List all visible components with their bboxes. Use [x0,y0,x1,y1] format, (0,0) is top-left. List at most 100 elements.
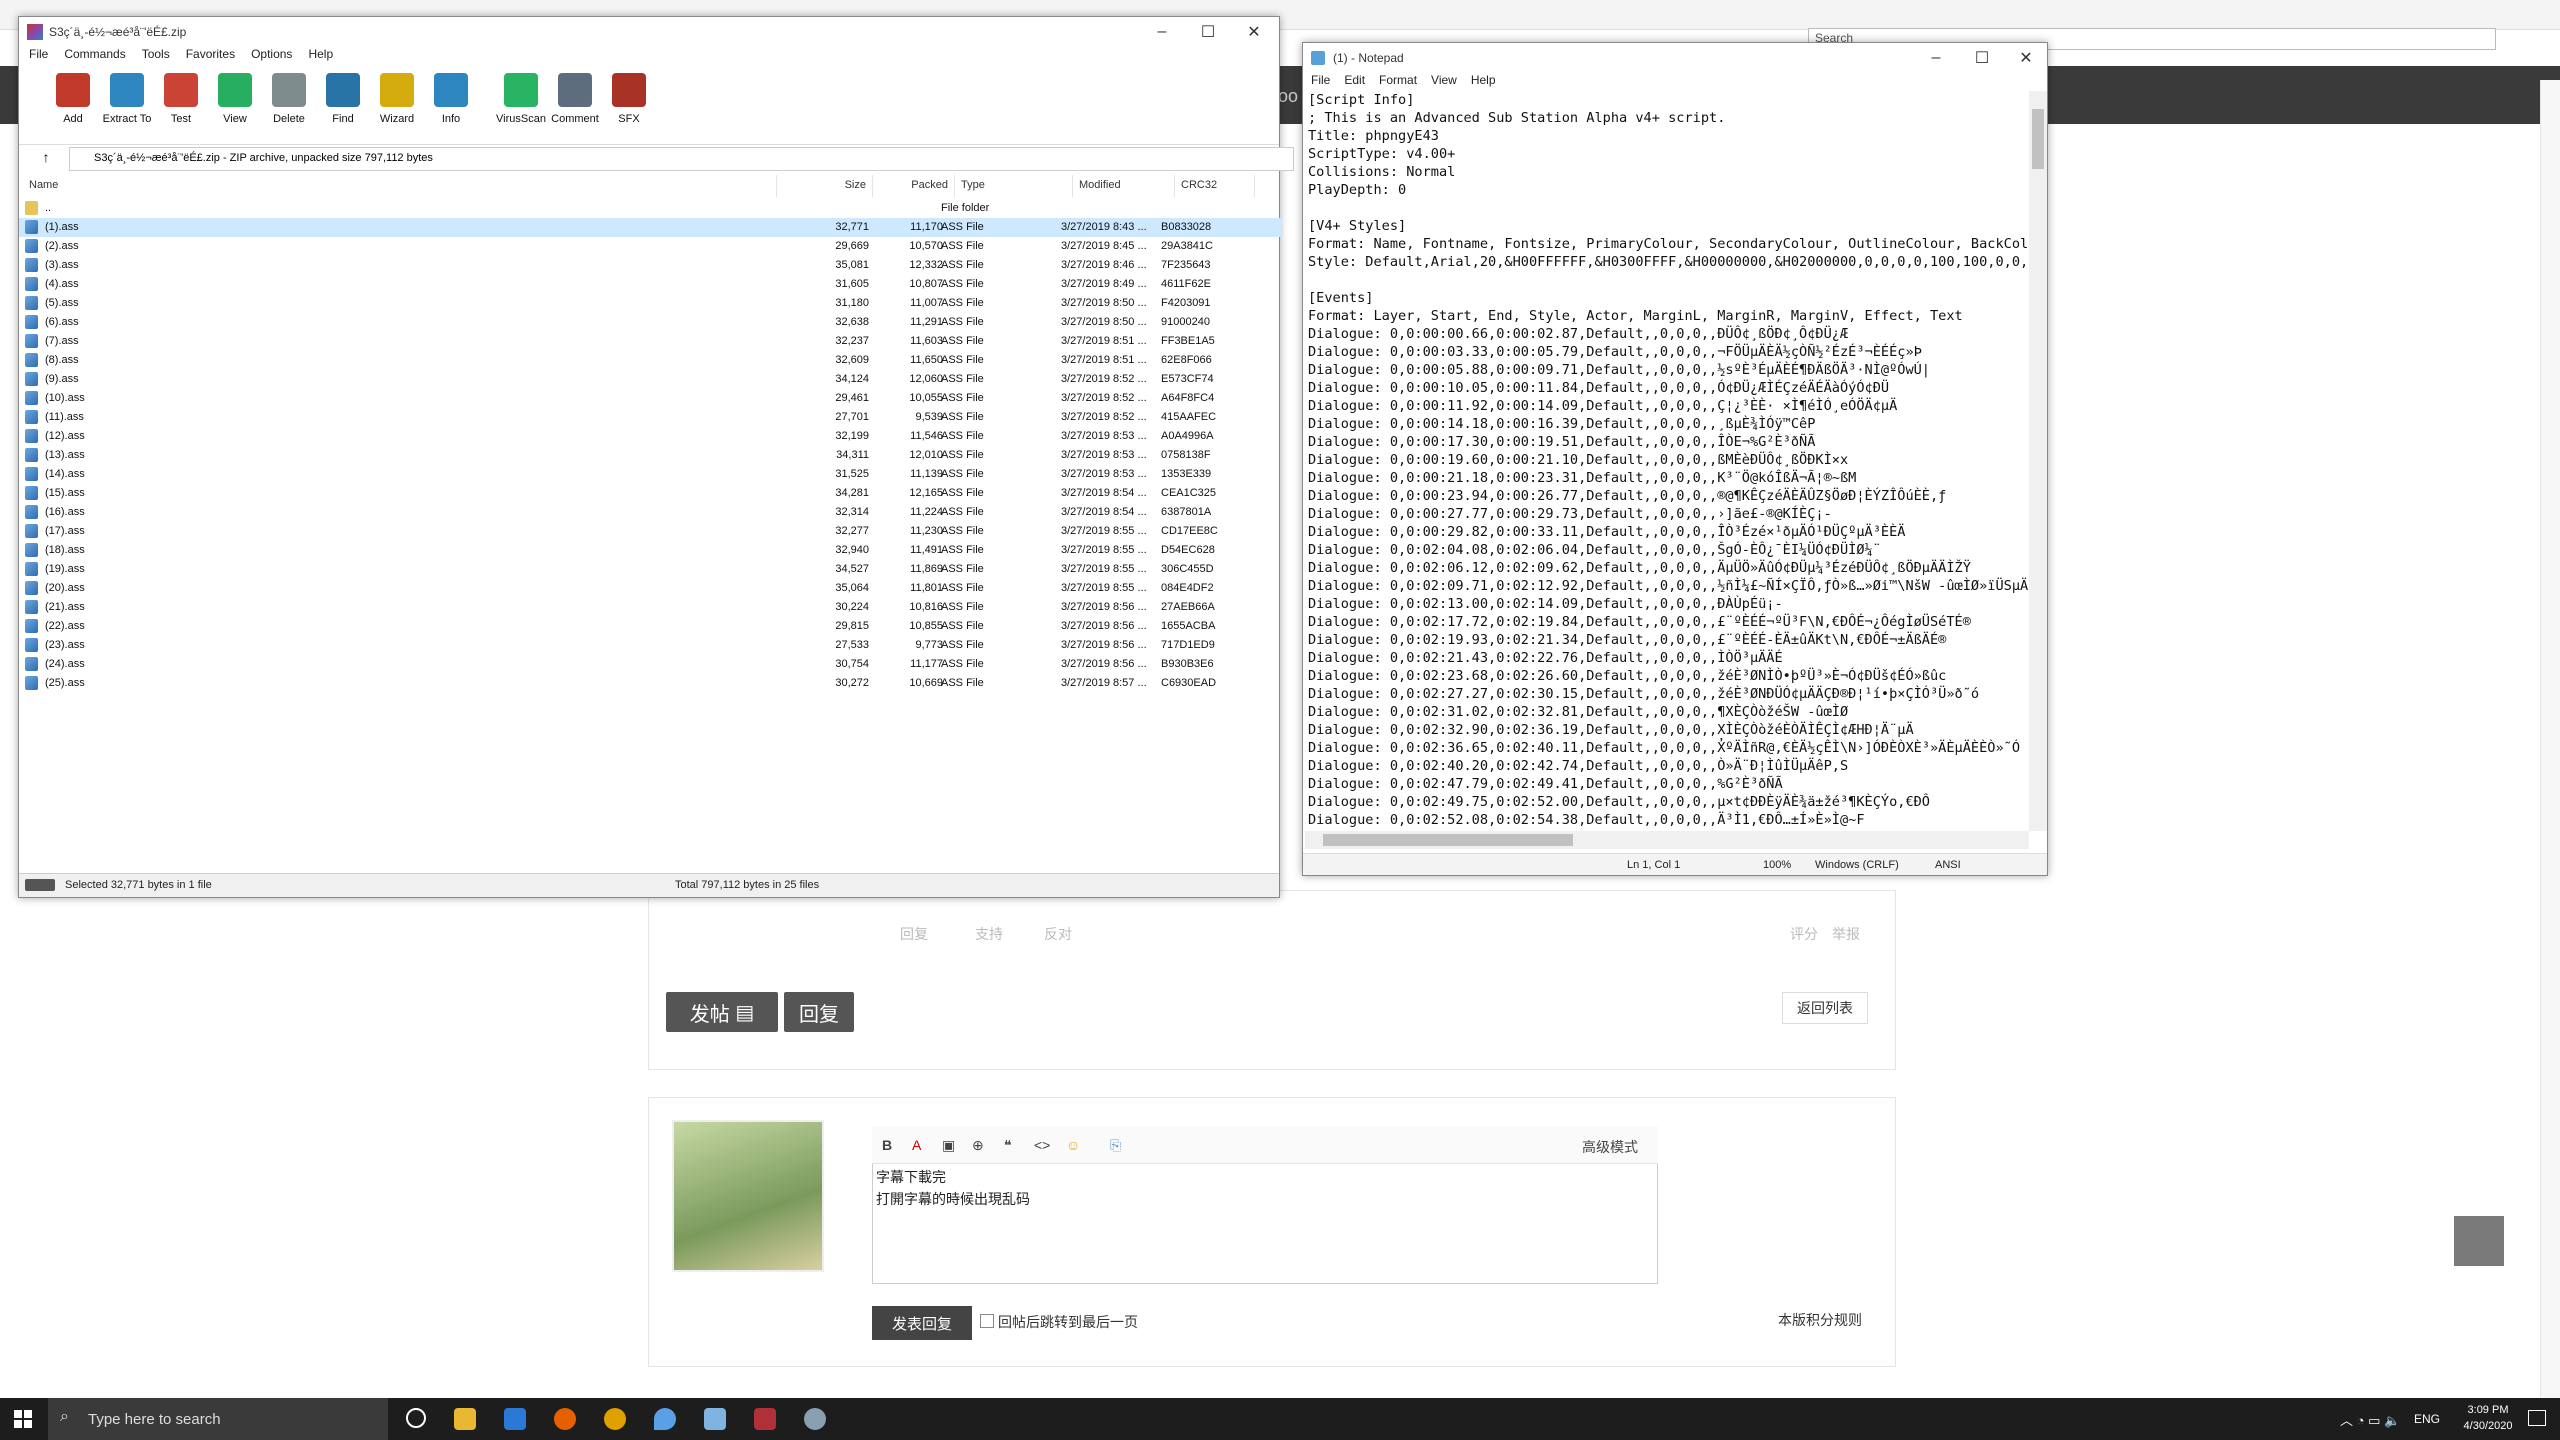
toolbar-test-button[interactable]: Test [151,71,211,141]
table-row[interactable]: (2).ass 29,669 10,570 ASS File 3/27/2019 8:4… [19,237,1281,256]
up-arrow-icon[interactable]: ↑ [31,149,61,169]
table-row[interactable]: (1).ass 32,771 11,170 ASS File 3/27/2019 8:4… [19,218,1281,237]
minimize-icon[interactable]: – [1139,17,1185,47]
table-row[interactable]: (20).ass 35,064 11,801 ASS File 3/27/2019 8:… [19,579,1281,598]
table-row[interactable]: (19).ass 34,527 11,869 ASS File 3/27/2019 8:… [19,560,1281,579]
rate-action[interactable]: 评分 [1790,924,1818,944]
table-row[interactable]: (24).ass 30,754 11,177 ASS File 3/27/2019 8:… [19,655,1281,674]
app-drop-icon[interactable] [654,1408,676,1430]
table-row[interactable]: (12).ass 32,199 11,546 ASS File 3/27/2019 8:… [19,427,1281,446]
horizontal-scrollbar[interactable] [1305,831,2029,849]
reply-button[interactable]: 回复 [784,992,854,1032]
reply-action[interactable]: 回复 [900,924,928,944]
rules-link[interactable]: 本版积分规则 [1778,1310,1862,1330]
support-action[interactable]: 支持 [975,924,1003,944]
scroll-thumb[interactable] [1323,834,1573,846]
clock[interactable]: 3:09 PM 4/30/2020 [2448,1402,2528,1434]
taskbar-search-input[interactable]: ⌕ Type here to search [48,1398,388,1440]
maximize-icon[interactable]: ☐ [1185,17,1231,47]
table-row[interactable]: (5).ass 31,180 11,007 ASS File 3/27/2019 8:5… [19,294,1281,313]
bold-icon[interactable]: B [882,1137,892,1153]
table-row[interactable]: (11).ass 27,701 9,539 ASS File 3/27/2019 8:5… [19,408,1281,427]
menu-favorites[interactable]: Favorites [186,47,235,67]
firefox-icon[interactable] [554,1408,576,1430]
language-indicator[interactable]: ENG [2414,1412,2440,1426]
menu-tools[interactable]: Tools [142,47,170,67]
tray-icons[interactable]: ︿ ◔ ▭ 🔈 [2340,1410,2400,1429]
link-icon[interactable]: ⊕ [972,1137,984,1154]
archive-path-bar[interactable]: S3ç´ä¸-é½¬æé³å¨'ëÉ£.zip - ZIP archive, u… [69,147,1294,171]
chrome-icon[interactable] [604,1408,626,1430]
notepad-text-area[interactable]: [Script Info] ; This is an Advanced Sub S… [1305,91,2029,831]
menu-format[interactable]: Format [1379,73,1417,93]
smiley-icon[interactable]: ☺ [1066,1137,1080,1153]
table-row[interactable]: (8).ass 32,609 11,650 ASS File 3/27/2019 8:5… [19,351,1281,370]
col-crc32[interactable]: CRC32 [1175,175,1255,197]
quote-icon[interactable]: ❝ [1004,1137,1012,1154]
winrar-taskbar-icon[interactable] [754,1408,776,1430]
menu-edit[interactable]: Edit [1344,73,1365,93]
minimize-icon[interactable]: – [1913,43,1959,73]
toolbar-sfx-button[interactable]: SFX [599,71,659,141]
menu-help[interactable]: Help [1471,73,1496,93]
table-row[interactable]: (9).ass 34,124 12,060 ASS File 3/27/2019 8:5… [19,370,1281,389]
toolbar-delete-button[interactable]: Delete [259,71,319,141]
code-icon[interactable]: <> [1034,1137,1050,1153]
close-icon[interactable]: ✕ [2003,43,2049,73]
table-row[interactable]: (6).ass 32,638 11,291 ASS File 3/27/2019 8:5… [19,313,1281,332]
toolbar-wizard-button[interactable]: Wizard [367,71,427,141]
toolbar-comment-button[interactable]: Comment [545,71,605,141]
table-row[interactable]: (10).ass 29,461 10,055 ASS File 3/27/2019 8:… [19,389,1281,408]
table-row[interactable]: (16).ass 32,314 11,224 ASS File 3/27/2019 8:… [19,503,1281,522]
notifications-icon[interactable] [2528,1410,2546,1426]
vertical-scrollbar[interactable] [2029,91,2047,831]
toolbar-view-button[interactable]: View [205,71,265,141]
table-row[interactable]: (22).ass 29,815 10,855 ASS File 3/27/2019 8:… [19,617,1281,636]
close-icon[interactable]: ✕ [1231,17,1277,47]
toolbar-find-button[interactable]: Find [313,71,373,141]
maximize-icon[interactable]: ☐ [1959,43,2005,73]
browser-scrollbar[interactable] [2540,80,2560,1398]
new-post-button[interactable]: 发帖 ▤ [666,992,778,1032]
oppose-action[interactable]: 反对 [1044,924,1072,944]
table-row[interactable]: (3).ass 35,081 12,332 ASS File 3/27/2019 8:4… [19,256,1281,275]
table-row[interactable]: (13).ass 34,311 12,010 ASS File 3/27/2019 8:… [19,446,1281,465]
scroll-thumb[interactable] [2032,109,2044,169]
menu-file[interactable]: File [29,47,48,67]
col-packed[interactable]: Packed [873,175,955,197]
col-modified[interactable]: Modified [1073,175,1175,197]
menu-file[interactable]: File [1311,73,1330,93]
jump-last-checkbox[interactable] [980,1314,994,1328]
menu-options[interactable]: Options [251,47,292,67]
notepad-taskbar-icon[interactable] [704,1408,726,1430]
submit-reply-button[interactable]: 发表回复 [872,1306,972,1340]
cortana-icon[interactable] [406,1408,426,1428]
start-button[interactable] [14,1410,32,1428]
table-row[interactable]: (21).ass 30,224 10,816 ASS File 3/27/2019 8:… [19,598,1281,617]
table-row[interactable]: (18).ass 32,940 11,491 ASS File 3/27/2019 8:… [19,541,1281,560]
app-misc-icon[interactable] [804,1408,826,1430]
toolbar-virusscan-button[interactable]: VirusScan [491,71,551,141]
col-size[interactable]: Size [777,175,873,197]
table-row[interactable]: (15).ass 34,281 12,165 ASS File 3/27/2019 8:… [19,484,1281,503]
report-action[interactable]: 举报 [1832,924,1860,944]
parent-folder-row[interactable]: .. File folder [19,199,1281,218]
toolbar-extract-to-button[interactable]: Extract To [97,71,157,141]
toolbar-add-button[interactable]: Add [43,71,103,141]
table-row[interactable]: (23).ass 27,533 9,773 ASS File 3/27/2019 8:5… [19,636,1281,655]
table-row[interactable]: (25).ass 30,272 10,669 ASS File 3/27/2019 8:… [19,674,1281,693]
file-explorer-icon[interactable] [454,1408,476,1430]
attachment-icon[interactable]: ⎘ [1110,1137,1121,1154]
menu-help[interactable]: Help [308,47,333,67]
table-row[interactable]: (14).ass 31,525 11,139 ASS File 3/27/2019 8:… [19,465,1281,484]
scroll-top-button[interactable] [2454,1216,2504,1266]
col-name[interactable]: Name [23,175,777,197]
table-row[interactable]: (4).ass 31,605 10,807 ASS File 3/27/2019 8:4… [19,275,1281,294]
back-to-list-button[interactable]: 返回列表 [1782,992,1868,1024]
menu-commands[interactable]: Commands [64,47,125,67]
toolbar-info-button[interactable]: Info [421,71,481,141]
table-row[interactable]: (7).ass 32,237 11,603 ASS File 3/27/2019 8:5… [19,332,1281,351]
col-type[interactable]: Type [955,175,1073,197]
image-icon[interactable]: ▣ [942,1137,955,1154]
font-color-icon[interactable]: A [912,1137,921,1153]
